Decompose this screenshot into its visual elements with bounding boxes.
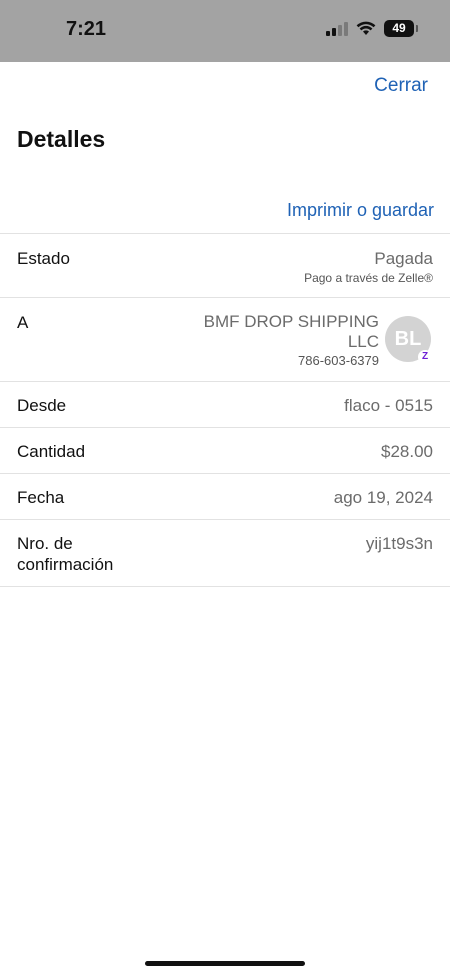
detail-label: Estado (17, 249, 70, 268)
status-value: Pagada (374, 249, 433, 268)
status-time: 7:21 (66, 18, 107, 40)
detail-row-fecha: Fecha ago 19, 2024 (0, 473, 450, 519)
battery-icon: 49 (384, 20, 418, 37)
detail-row-estado: Estado Pagada Pago a través de Zelle® (0, 233, 450, 297)
confirmation-number-value: yij1t9s3n (365, 534, 433, 553)
date-value: ago 19, 2024 (333, 488, 433, 507)
home-indicator[interactable] (145, 961, 305, 966)
detail-label: Fecha (17, 488, 65, 507)
payment-method-note: Pago a través de Zelle® (304, 271, 433, 285)
detail-row-confirmation: Nro. de confirmación yij1t9s3n (0, 519, 450, 587)
status-bar: 7:21 49 (0, 0, 450, 62)
details-list: Estado Pagada Pago a través de Zelle® A … (0, 233, 450, 587)
status-icons: 49 (326, 20, 418, 37)
amount-value: $28.00 (381, 442, 433, 461)
print-or-save-button[interactable]: Imprimir o guardar (287, 200, 434, 221)
detail-label: Nro. de confirmación (17, 534, 114, 574)
detail-label: Desde (17, 396, 67, 415)
recipient-phone: 786-603-6379 (298, 353, 379, 368)
wifi-icon (356, 21, 376, 36)
page-title: Detalles (17, 126, 106, 152)
zelle-icon: Z (418, 350, 432, 364)
detail-label: A (17, 313, 29, 332)
recipient-name: BMF DROP SHIPPING LLC (203, 312, 379, 351)
sender-account-value: flaco - 0515 (344, 396, 433, 415)
detail-row-cantidad: Cantidad $28.00 (0, 427, 450, 473)
detail-label: Cantidad (17, 442, 86, 461)
close-button[interactable]: Cerrar (374, 75, 428, 97)
detail-row-recipient: A BMF DROP SHIPPING LLC 786-603-6379 BL … (0, 297, 450, 381)
detail-row-desde: Desde flaco - 0515 (0, 381, 450, 427)
cellular-signal-icon (326, 21, 348, 36)
